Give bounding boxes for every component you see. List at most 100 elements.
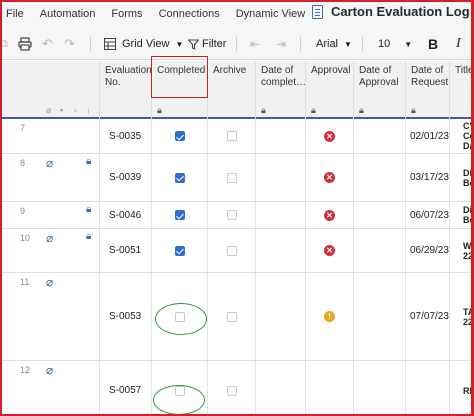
archive-checkbox[interactable]	[226, 385, 237, 396]
table-row: 9 🔒︎ S-0046 ✕ 06/07/23 Di Bo	[0, 202, 474, 229]
row-number[interactable]: 9	[20, 206, 25, 216]
title-cell[interactable]: Di Bo	[450, 202, 474, 228]
date-completed-cell[interactable]	[256, 229, 306, 272]
menu-file[interactable]: File	[0, 8, 32, 20]
date-completed-cell[interactable]	[256, 361, 306, 416]
copy-format-icon[interactable]: ⧉	[0, 28, 8, 60]
evaluation-no-cell[interactable]: S-0057	[100, 361, 152, 416]
briefcase-icon: ▫	[74, 105, 78, 115]
redo-icon[interactable]: ↷	[64, 28, 75, 60]
print-icon[interactable]	[18, 28, 32, 60]
title-value: W 22	[463, 240, 474, 261]
completed-checkbox[interactable]	[174, 245, 185, 256]
row-number[interactable]: 10	[20, 233, 30, 243]
approval-cell[interactable]: ✕	[306, 202, 354, 228]
date-request-cell[interactable]: 02/01/23	[406, 119, 450, 153]
evaluation-no-value: S-0053	[109, 311, 142, 322]
attachment-icon[interactable]: ⌀	[46, 275, 53, 289]
indent-icon[interactable]: ⇥	[276, 28, 286, 60]
lock-icon: 🔒︎	[359, 105, 364, 115]
table-row: 10 ⌀ 🔒︎ S-0051 ✕ 06/29/23 W 22	[0, 229, 474, 273]
approval-cell[interactable]: ✕	[306, 119, 354, 153]
font-family-select[interactable]: Arial ▼	[316, 28, 352, 60]
unchecked-highlight-circle	[155, 303, 207, 335]
menu-automation[interactable]: Automation	[32, 8, 104, 20]
column-header-approval[interactable]: Approval 🔒︎	[306, 61, 354, 119]
row-number[interactable]: 8	[20, 158, 25, 168]
date-approval-cell[interactable]	[354, 273, 406, 360]
table-row: 11 ⌀ S-0053! 07/07/23 TA 22	[0, 273, 474, 361]
date-completed-cell[interactable]	[256, 119, 306, 153]
date-approval-cell[interactable]	[354, 229, 406, 272]
date-completed-cell[interactable]	[256, 202, 306, 228]
column-header-date-approval[interactable]: Date of Approval 🔒︎	[354, 61, 406, 119]
font-size-select[interactable]: 10 ▼	[378, 28, 412, 60]
completed-checkbox[interactable]	[174, 131, 185, 141]
document-title-text[interactable]: Carton Evaluation Log She	[331, 4, 474, 19]
approval-cell[interactable]: ✕	[306, 154, 354, 201]
title-cell[interactable]: Di Bo	[450, 154, 474, 201]
archive-checkbox[interactable]	[226, 210, 237, 220]
row-controls: 12 ⌀	[0, 361, 100, 416]
chevron-down-icon: ▼	[344, 39, 352, 49]
italic-button[interactable]: I	[456, 28, 461, 60]
chevron-down-icon: ▼	[404, 39, 413, 49]
date-completed-cell[interactable]	[256, 273, 306, 360]
date-approval-cell[interactable]	[354, 154, 406, 201]
menu-dynamic-view[interactable]: Dynamic View	[228, 8, 314, 20]
attachment-icon[interactable]: ⌀	[46, 156, 53, 170]
title-cell[interactable]: CV Co Da	[450, 119, 474, 153]
date-approval-cell[interactable]	[354, 202, 406, 228]
completed-checkbox[interactable]	[174, 172, 185, 183]
column-header-date-request[interactable]: Date of Request 🔒︎	[406, 61, 450, 119]
approval-cell[interactable]	[306, 361, 354, 416]
evaluation-no-cell[interactable]: S-0046	[100, 202, 152, 228]
approval-cell[interactable]: !	[306, 273, 354, 360]
approval-status-icon: ✕	[324, 209, 335, 221]
title-cell[interactable]: TA 22	[450, 273, 474, 360]
completed-checkbox[interactable]	[174, 210, 185, 220]
lock-icon: 🔒︎	[86, 156, 92, 167]
date-request-cell[interactable]: 03/17/23	[406, 154, 450, 201]
row-number[interactable]: 12	[20, 365, 30, 375]
column-header-evaluation-no[interactable]: Evaluation No.	[100, 61, 152, 119]
approval-status-icon: ✕	[324, 245, 335, 256]
outdent-icon[interactable]: ⇤	[250, 28, 260, 60]
attachment-icon[interactable]: ⌀	[46, 231, 53, 245]
row-number[interactable]: 11	[20, 277, 29, 287]
evaluation-no-value: S-0057	[109, 385, 142, 396]
archive-checkbox[interactable]	[226, 311, 237, 322]
menu-forms[interactable]: Forms	[103, 8, 150, 20]
date-request-cell[interactable]: 07/07/23	[406, 273, 450, 360]
evaluation-no-cell[interactable]: S-0035	[100, 119, 152, 153]
bold-button[interactable]: B	[428, 28, 438, 60]
archive-checkbox[interactable]	[226, 245, 237, 256]
title-cell[interactable]: W 22	[450, 229, 474, 272]
title-cell[interactable]: RI	[450, 361, 474, 416]
column-header-title[interactable]: Title	[450, 61, 474, 119]
archive-checkbox[interactable]	[226, 172, 237, 183]
attachment-icon[interactable]: ⌀	[46, 363, 53, 377]
evaluation-no-cell[interactable]: S-0051	[100, 229, 152, 272]
archive-cell	[208, 229, 256, 272]
date-approval-cell[interactable]	[354, 361, 406, 416]
menu-connections[interactable]: Connections	[151, 8, 228, 20]
date-approval-cell[interactable]	[354, 119, 406, 153]
completed-cell	[152, 154, 208, 201]
table-row: 12 ⌀ S-0057 RI	[0, 361, 474, 416]
row-number[interactable]: 7	[20, 123, 25, 133]
column-header-archive[interactable]: Archive	[208, 61, 256, 119]
date-completed-cell[interactable]	[256, 154, 306, 201]
evaluation-no-cell[interactable]: S-0053	[100, 273, 152, 360]
archive-checkbox[interactable]	[226, 131, 237, 141]
date-request-cell[interactable]: 06/07/23	[406, 202, 450, 228]
column-header-date-completed[interactable]: Date of complet… 🔒︎	[256, 61, 306, 119]
approval-cell[interactable]: ✕	[306, 229, 354, 272]
date-request-cell[interactable]	[406, 361, 450, 416]
evaluation-no-cell[interactable]: S-0039	[100, 154, 152, 201]
filter-icon	[188, 38, 199, 50]
row-controls: 8 ⌀ 🔒︎	[0, 154, 100, 201]
toolbar: ⧉ ↶ ↷ Grid View ▼ Filter ⇤ ⇥ Arial ▼ 10 …	[0, 28, 474, 60]
undo-icon[interactable]: ↶	[42, 28, 53, 60]
date-request-cell[interactable]: 06/29/23	[406, 229, 450, 272]
